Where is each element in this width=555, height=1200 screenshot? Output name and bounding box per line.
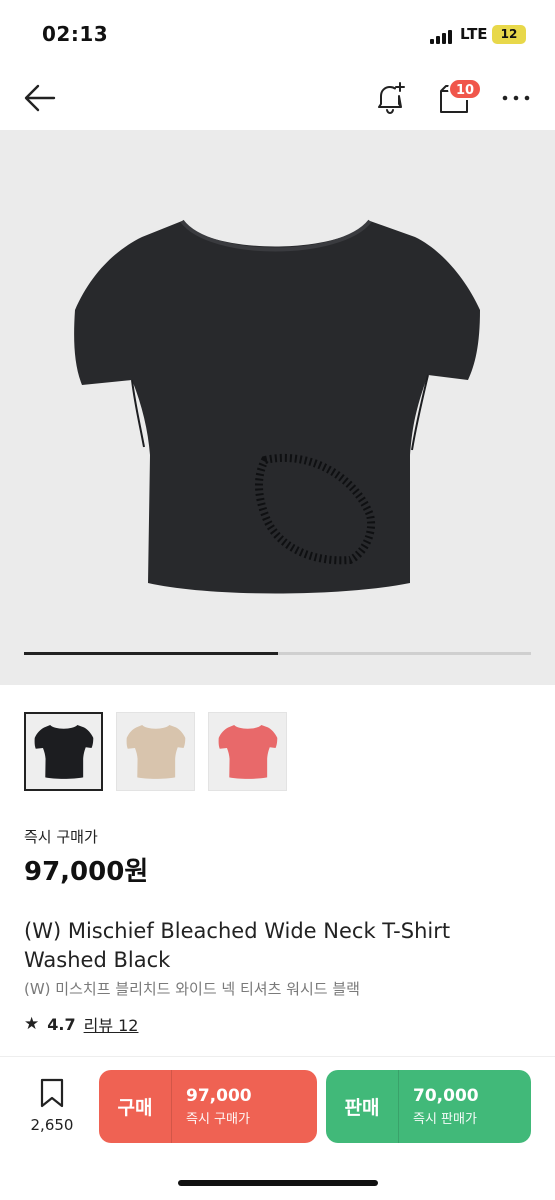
home-indicator	[178, 1180, 378, 1186]
network-type: LTE	[460, 25, 488, 43]
color-thumbnails	[24, 712, 287, 792]
battery-level: 12	[500, 27, 518, 41]
color-thumbnail[interactable]	[208, 712, 287, 791]
carousel-progress-fill	[24, 652, 278, 655]
buy-subtext: 즉시 구매가	[186, 1112, 250, 1127]
more-horizontal-icon	[502, 95, 530, 101]
price-value: 97,000원	[24, 857, 149, 887]
wishlist-count: 2,650	[30, 1116, 74, 1134]
arrow-left-icon	[24, 84, 56, 112]
sell-info: 70,000 즉시 판매가	[399, 1086, 479, 1127]
bell-plus-icon	[378, 82, 405, 115]
color-thumbnail[interactable]	[24, 712, 103, 791]
price-label: 즉시 구매가	[24, 828, 98, 846]
divider	[0, 1056, 555, 1057]
product-title-korean: (W) 미스치프 블리치드 와이드 넥 티셔츠 워시드 블랙	[24, 980, 360, 998]
product-title: (W) Mischief Bleached Wide Neck T-Shirt …	[24, 919, 451, 972]
product-image-carousel[interactable]	[0, 130, 555, 685]
status-bar: 02:13 LTE 12	[0, 0, 555, 66]
box-count-badge: 10	[448, 78, 483, 100]
buy-amount: 97,000	[186, 1086, 252, 1106]
color-thumbnail[interactable]	[116, 712, 195, 791]
buy-info: 97,000 즉시 구매가	[172, 1086, 252, 1127]
sell-amount: 70,000	[413, 1086, 479, 1106]
star-icon: ★	[24, 1014, 40, 1034]
status-time: 02:13	[42, 22, 109, 46]
rating-score: 4.7	[47, 1014, 76, 1034]
sell-label: 판매	[344, 1097, 380, 1119]
buy-button[interactable]: 구매 97,000 즉시 구매가	[99, 1070, 317, 1143]
thumbnail-shirt-image	[34, 724, 93, 779]
thumbnail-shirt-image	[126, 724, 185, 779]
battery-icon: 12	[492, 25, 526, 44]
sell-button[interactable]: 판매 70,000 즉시 판매가	[326, 1070, 531, 1143]
top-nav: 10	[0, 66, 555, 130]
buy-label: 구매	[117, 1097, 153, 1119]
product-image	[74, 219, 480, 594]
carousel-progress	[24, 652, 531, 655]
cellular-signal-icon	[430, 28, 454, 44]
more-button[interactable]	[498, 80, 534, 116]
sell-subtext: 즉시 판매가	[413, 1112, 477, 1127]
wishlist-button[interactable]: 2,650	[24, 1078, 80, 1138]
rating-row: ★ 4.7 리뷰 12	[24, 1012, 138, 1036]
thumbnail-shirt-image	[218, 724, 277, 779]
bookmark-icon	[40, 1078, 64, 1108]
review-link[interactable]: 리뷰 12	[84, 1012, 139, 1036]
back-button[interactable]	[20, 80, 60, 116]
alert-button[interactable]	[370, 79, 410, 117]
